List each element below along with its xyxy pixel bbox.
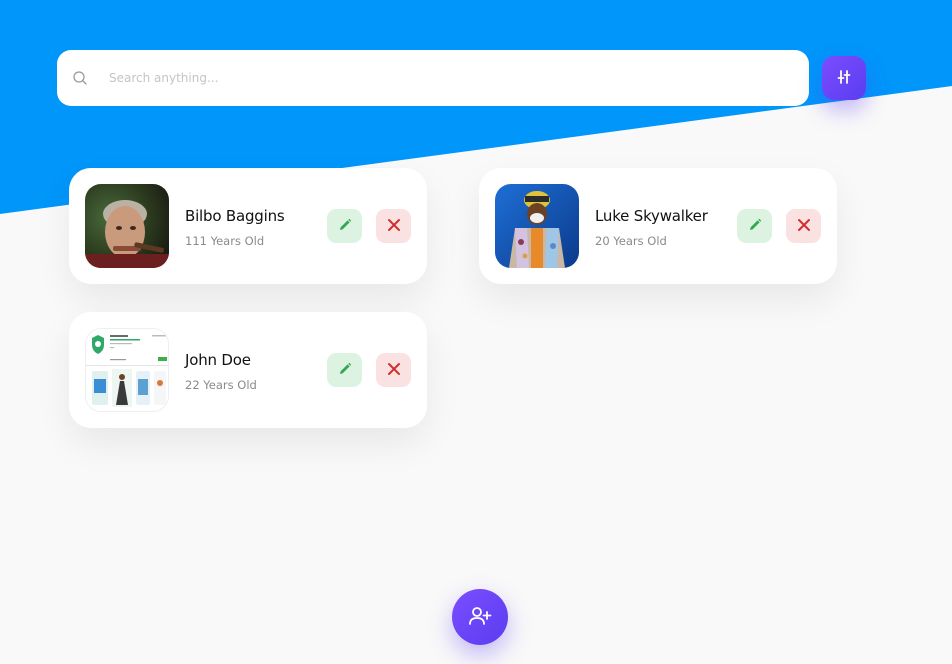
edit-button[interactable]: [737, 209, 772, 243]
pencil-icon: [338, 362, 352, 379]
pencil-icon: [748, 218, 762, 235]
avatar: [85, 328, 169, 412]
search-icon: [72, 70, 88, 86]
search-input[interactable]: [109, 64, 789, 92]
user-card: John Doe 22 Years Old: [69, 312, 427, 428]
search-bar[interactable]: [57, 50, 809, 106]
edit-button[interactable]: [327, 209, 362, 243]
user-name: Bilbo Baggins: [185, 207, 285, 225]
avatar: [85, 184, 169, 268]
user-age: 20 Years Old: [595, 234, 667, 248]
delete-button[interactable]: [376, 209, 411, 243]
filter-button[interactable]: [822, 56, 866, 100]
user-card: Bilbo Baggins 111 Years Old: [69, 168, 427, 284]
delete-button[interactable]: [786, 209, 821, 243]
edit-button[interactable]: [327, 353, 362, 387]
user-age: 111 Years Old: [185, 234, 265, 248]
sliders-icon: [837, 69, 851, 88]
add-user-button[interactable]: [452, 589, 508, 645]
user-name: Luke Skywalker: [595, 207, 708, 225]
avatar: [495, 184, 579, 268]
delete-button[interactable]: [376, 353, 411, 387]
user-card: Luke Skywalker 20 Years Old: [479, 168, 837, 284]
close-icon: [797, 218, 811, 235]
close-icon: [387, 218, 401, 235]
user-name: John Doe: [185, 351, 251, 369]
close-icon: [387, 362, 401, 379]
user-plus-icon: [468, 606, 492, 629]
user-age: 22 Years Old: [185, 378, 257, 392]
pencil-icon: [338, 218, 352, 235]
